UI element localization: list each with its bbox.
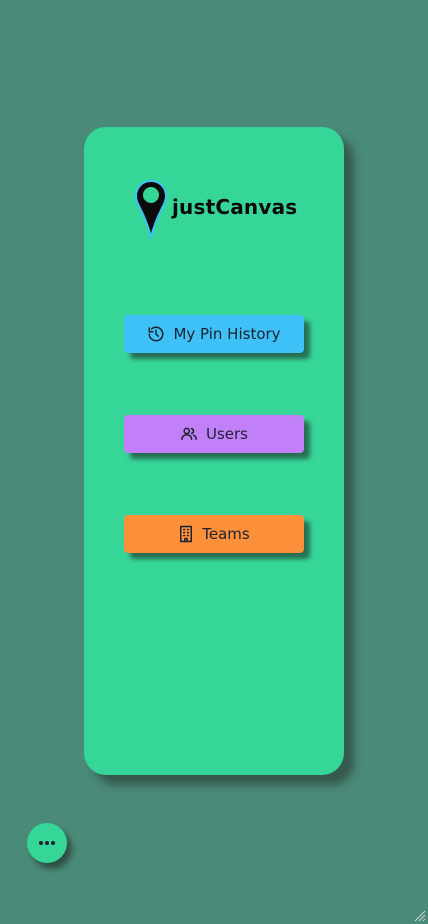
teams-button[interactable]: Teams: [124, 515, 304, 553]
resize-grip-icon[interactable]: [414, 910, 426, 922]
more-options-button[interactable]: [27, 823, 67, 863]
users-label: Users: [205, 425, 248, 443]
building-icon: [178, 525, 194, 543]
app-viewport: justCanvas My Pin History Users Teams: [0, 0, 428, 924]
my-pin-history-label: My Pin History: [173, 325, 281, 343]
brand-logo: justCanvas: [134, 179, 297, 241]
brand-name: justCanvas: [172, 195, 298, 219]
users-icon: [180, 425, 198, 443]
more-dots-icon: [39, 841, 55, 845]
history-icon: [147, 325, 165, 343]
main-menu-card: justCanvas My Pin History Users Teams: [84, 127, 344, 775]
map-pin-icon: [134, 179, 168, 241]
my-pin-history-button[interactable]: My Pin History: [124, 315, 304, 353]
users-button[interactable]: Users: [124, 415, 304, 453]
teams-label: Teams: [202, 525, 250, 543]
